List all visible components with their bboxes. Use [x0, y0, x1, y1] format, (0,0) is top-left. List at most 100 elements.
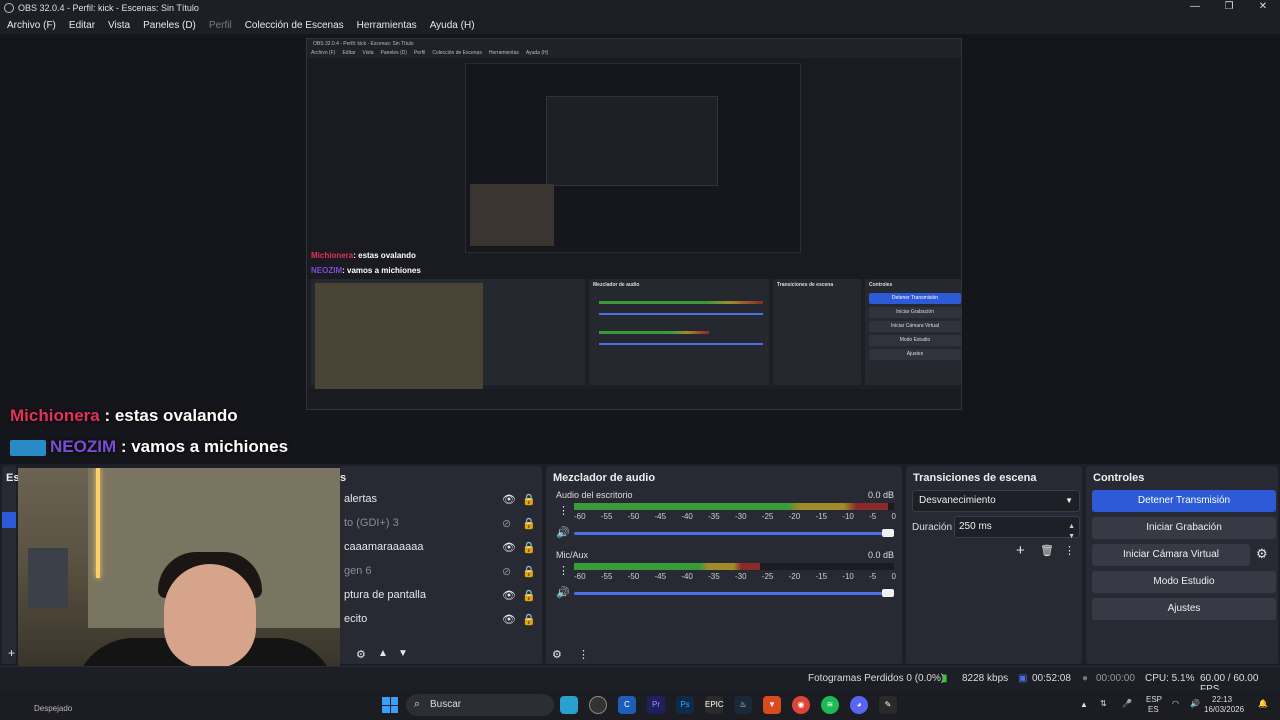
mixer-title: Mezclador de audio	[553, 472, 656, 484]
add-scene-icon[interactable]: +	[8, 646, 15, 660]
source-item[interactable]: to (GDI+) 3 ⊘ 🔒	[340, 512, 540, 536]
transition-menu-icon[interactable]: ⋮	[1064, 544, 1075, 557]
source-item[interactable]: gen 6 ⊘ 🔒	[340, 560, 540, 584]
language-label[interactable]: ESP	[1146, 695, 1162, 704]
brave-icon[interactable]: ▼	[763, 696, 781, 714]
volume-slider[interactable]	[574, 592, 894, 595]
eye-icon[interactable]: 👁	[502, 493, 516, 506]
epic-games-icon[interactable]: EPIC	[705, 696, 724, 714]
menu-coleccion-escenas[interactable]: Colección de Escenas	[245, 20, 344, 31]
eye-icon[interactable]: 👁	[502, 541, 516, 554]
lock-icon[interactable]: 🔒	[522, 589, 536, 602]
menu-herramientas[interactable]: Herramientas	[357, 20, 417, 31]
network-icon[interactable]: ⇅	[1100, 699, 1107, 708]
eye-icon[interactable]: 👁	[502, 613, 516, 626]
channel-name: Audio del escritorio	[556, 490, 633, 500]
volume-slider-knob[interactable]	[882, 529, 894, 537]
chat-username: Michionera	[10, 406, 100, 425]
meter-tick-label: -15	[815, 512, 828, 521]
meter-tick-label: -55	[600, 512, 613, 521]
chevron-up-icon[interactable]: ▲	[1080, 700, 1088, 709]
lock-icon[interactable]: 🔒	[522, 541, 536, 554]
source-label: ptura de pantalla	[344, 589, 426, 601]
studio-mode-button[interactable]: Modo Estudio	[1092, 571, 1276, 593]
premiere-icon[interactable]: Pr	[647, 696, 665, 714]
volume-slider-knob[interactable]	[882, 589, 894, 597]
more-options-icon[interactable]: ⋮	[558, 564, 569, 577]
microphone-icon[interactable]: 🎤	[1122, 699, 1132, 708]
lock-icon[interactable]: 🔒	[522, 565, 536, 578]
source-item[interactable]: caaamaraaaaaa 👁 🔒	[340, 536, 540, 560]
eye-icon[interactable]: 👁	[502, 589, 516, 602]
channel-db: 0.0 dB	[867, 550, 894, 560]
ccleaner-icon[interactable]: C	[618, 696, 636, 714]
move-down-icon[interactable]: ▼	[398, 648, 408, 659]
spotify-icon[interactable]: ≋	[821, 696, 839, 714]
preview-chat-line-1: Michionera: estas ovalando	[311, 251, 416, 260]
lock-icon[interactable]: 🔒	[522, 517, 536, 530]
clock-time[interactable]: 22:13	[1212, 695, 1232, 704]
menu-editar[interactable]: Editar	[69, 20, 95, 31]
taskbar-search[interactable]: ⌕ Buscar	[406, 694, 554, 716]
source-item[interactable]: alertas 👁 🔒	[340, 488, 540, 512]
mixer-menu-icon[interactable]: ⋮	[578, 648, 589, 661]
minimize-button[interactable]: —	[1178, 0, 1212, 16]
steam-icon[interactable]: ♨	[734, 696, 752, 714]
transition-select[interactable]: Desvanecimiento ▼	[912, 490, 1080, 512]
meter-tick-label: -40	[681, 512, 693, 521]
close-button[interactable]: ✕	[1246, 0, 1280, 16]
eye-hidden-icon[interactable]: ⊘	[502, 565, 511, 578]
record-icon: ●	[1082, 673, 1089, 684]
menu-perfil[interactable]: Perfil	[209, 20, 232, 31]
notifications-icon[interactable]: 🔔	[1258, 699, 1268, 708]
obs-icon	[4, 3, 14, 13]
volume-slider[interactable]	[574, 532, 894, 535]
photoshop-icon[interactable]: Ps	[676, 696, 694, 714]
eye-hidden-icon[interactable]: ⊘	[502, 517, 511, 530]
add-transition-icon[interactable]: +	[1016, 542, 1025, 559]
obs-taskbar-icon[interactable]	[589, 696, 607, 714]
menu-vista[interactable]: Vista	[108, 20, 130, 31]
start-recording-button[interactable]: Iniciar Grabación	[1092, 517, 1276, 539]
lock-icon[interactable]: 🔒	[522, 613, 536, 626]
speaker-icon[interactable]: 🔊	[1190, 699, 1200, 708]
virtual-camera-settings-icon[interactable]: ⚙	[1256, 546, 1268, 562]
source-label: caaamaraaaaaa	[344, 541, 424, 553]
move-up-icon[interactable]: ▲	[378, 648, 388, 659]
more-options-icon[interactable]: ⋮	[558, 504, 569, 517]
chat-message: : vamos a michiones	[116, 437, 289, 456]
bitrate: 8228 kbps	[962, 673, 1009, 684]
chat-username: NEOZIM	[50, 437, 117, 456]
audio-meter	[574, 563, 894, 570]
source-item[interactable]: ecito 👁 🔒	[340, 608, 540, 632]
settings-button[interactable]: Ajustes	[1092, 598, 1276, 620]
volume-icon[interactable]: 🔊	[556, 586, 570, 599]
windows-start-icon[interactable]	[382, 697, 398, 713]
scene-item-selected[interactable]	[2, 512, 16, 528]
preview-mixer-dock: Mezclador de audio	[589, 279, 769, 385]
preview-canvas[interactable]: OBS 32.0.4 - Perfil: kick - Escenas: Sin…	[306, 38, 962, 410]
mixer-settings-icon[interactable]: ⚙	[552, 648, 562, 661]
source-item[interactable]: ptura de pantalla 👁 🔒	[340, 584, 540, 608]
volume-icon[interactable]: 🔊	[556, 526, 570, 539]
stop-stream-button[interactable]: Detener Transmisión	[1092, 490, 1276, 512]
meter-tick-label: -20	[788, 572, 801, 581]
start-virtual-camera-button[interactable]: Iniciar Cámara Virtual	[1092, 544, 1250, 566]
file-explorer-icon[interactable]	[560, 696, 578, 714]
maximize-button[interactable]: ❐	[1212, 0, 1246, 16]
language-sub-label[interactable]: ES	[1148, 705, 1159, 714]
chrome-icon[interactable]: ◉	[792, 696, 810, 714]
duration-input[interactable]: 250 ms ▲ ▼	[954, 516, 1080, 540]
lock-icon[interactable]: 🔒	[522, 493, 536, 506]
discord-icon[interactable]: ◕	[850, 696, 868, 714]
scenes-dock: Esc +	[2, 466, 26, 664]
gear-icon[interactable]: ⚙	[356, 648, 366, 661]
clock-date[interactable]: 16/03/2026	[1204, 705, 1244, 714]
menu-archivo[interactable]: Archivo (F)	[7, 20, 56, 31]
trash-icon[interactable]: 🗑	[1040, 544, 1054, 557]
menu-paneles[interactable]: Paneles (D)	[143, 20, 196, 31]
preview-recursive-frame-2	[546, 96, 718, 186]
menu-ayuda[interactable]: Ayuda (H)	[430, 20, 475, 31]
pen-app-icon[interactable]: ✎	[879, 696, 897, 714]
wifi-icon[interactable]: ◠	[1172, 699, 1179, 708]
